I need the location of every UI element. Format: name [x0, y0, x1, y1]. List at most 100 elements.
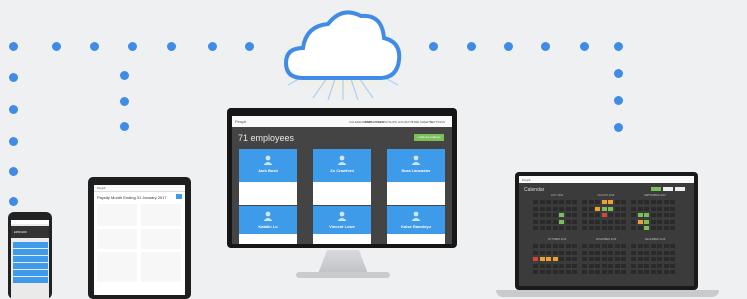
- calendar-day[interactable]: [621, 200, 626, 204]
- calendar-day[interactable]: [582, 200, 587, 204]
- calendar-day[interactable]: [670, 244, 675, 248]
- calendar-day[interactable]: [539, 263, 545, 268]
- calendar-day[interactable]: [582, 270, 587, 274]
- calendar-day[interactable]: [588, 244, 594, 248]
- calendar-day[interactable]: [637, 200, 643, 204]
- calendar-day[interactable]: [595, 213, 600, 217]
- calendar-day[interactable]: [539, 213, 545, 217]
- calendar-day[interactable]: [650, 244, 656, 248]
- calendar-day[interactable]: [533, 200, 538, 204]
- calendar-day[interactable]: [650, 250, 656, 255]
- calendar-day[interactable]: [539, 200, 545, 204]
- calendar-day[interactable]: [637, 226, 643, 230]
- calendar-day[interactable]: [670, 219, 675, 224]
- calendar-day[interactable]: [565, 219, 571, 224]
- calendar-day[interactable]: [608, 200, 613, 204]
- employee-card[interactable]: Zo Crawford: [313, 149, 371, 205]
- calendar-day[interactable]: [546, 270, 551, 274]
- calendar-day[interactable]: [601, 206, 607, 211]
- calendar-day[interactable]: [663, 257, 669, 261]
- calendar-day[interactable]: [539, 206, 545, 211]
- calendar-day[interactable]: [588, 250, 594, 255]
- calendar-day[interactable]: [608, 263, 613, 268]
- calendar-day[interactable]: [650, 226, 656, 230]
- calendar-day[interactable]: [621, 257, 626, 261]
- calendar-day[interactable]: [663, 200, 669, 204]
- nav-settings[interactable]: SETTINGS: [430, 120, 445, 124]
- calendar-day[interactable]: [533, 270, 538, 274]
- calendar-day[interactable]: [559, 226, 564, 230]
- calendar-day[interactable]: [582, 213, 587, 217]
- calendar-day[interactable]: [601, 213, 607, 217]
- calendar-day[interactable]: [663, 250, 669, 255]
- calendar-day[interactable]: [546, 226, 551, 230]
- calendar-day[interactable]: [650, 263, 656, 268]
- calendar-day[interactable]: [546, 263, 551, 268]
- calendar-day[interactable]: [650, 219, 656, 224]
- calendar-day[interactable]: [644, 244, 649, 248]
- calendar-day[interactable]: [552, 226, 558, 230]
- calendar-day[interactable]: [644, 206, 649, 211]
- calendar-day[interactable]: [539, 257, 545, 261]
- calendar-day[interactable]: [552, 200, 558, 204]
- calendar-day[interactable]: [657, 219, 662, 224]
- calendar-day[interactable]: [657, 244, 662, 248]
- calendar-day[interactable]: [588, 270, 594, 274]
- calendar-day[interactable]: [565, 263, 571, 268]
- calendar-day[interactable]: [663, 263, 669, 268]
- list-item[interactable]: [13, 242, 48, 248]
- calendar-day[interactable]: [533, 206, 538, 211]
- calendar-day[interactable]: [601, 263, 607, 268]
- calendar-day[interactable]: [572, 263, 577, 268]
- calendar-day[interactable]: [670, 257, 675, 261]
- calendar-day[interactable]: [631, 226, 636, 230]
- calendar-day[interactable]: [637, 219, 643, 224]
- calendar-day[interactable]: [533, 226, 538, 230]
- calendar-day[interactable]: [546, 200, 551, 204]
- calendar-day[interactable]: [565, 270, 571, 274]
- calendar-day[interactable]: [644, 213, 649, 217]
- employee-card[interactable]: Nora Lancaster: [387, 149, 445, 205]
- calendar-day[interactable]: [608, 213, 613, 217]
- calendar-day[interactable]: [588, 206, 594, 211]
- calendar-day[interactable]: [644, 270, 649, 274]
- calendar-day[interactable]: [546, 206, 551, 211]
- calendar-day[interactable]: [670, 213, 675, 217]
- calendar-day[interactable]: [559, 263, 564, 268]
- calendar-day[interactable]: [614, 200, 620, 204]
- nav-employees[interactable]: EMPLOYEES: [365, 120, 384, 124]
- calendar-day[interactable]: [631, 219, 636, 224]
- calendar-day[interactable]: [614, 250, 620, 255]
- calendar-day[interactable]: [670, 200, 675, 204]
- calendar-day[interactable]: [650, 270, 656, 274]
- calendar-day[interactable]: [533, 257, 538, 261]
- calendar-day[interactable]: [559, 206, 564, 211]
- calendar-day[interactable]: [572, 206, 577, 211]
- calendar-day[interactable]: [565, 213, 571, 217]
- calendar-day[interactable]: [637, 244, 643, 248]
- calendar-day[interactable]: [595, 244, 600, 248]
- calendar-day[interactable]: [631, 213, 636, 217]
- calendar-day[interactable]: [565, 244, 571, 248]
- employee-card[interactable]: Kaise Ramdeyu: [387, 206, 445, 244]
- calendar-day[interactable]: [582, 219, 587, 224]
- employee-card[interactable]: Vincent Lowe: [313, 206, 371, 244]
- calendar-day[interactable]: [608, 257, 613, 261]
- calendar-day[interactable]: [608, 226, 613, 230]
- calendar-day[interactable]: [631, 250, 636, 255]
- calendar-action-button[interactable]: [675, 187, 685, 191]
- calendar-day[interactable]: [546, 213, 551, 217]
- calendar-day[interactable]: [614, 257, 620, 261]
- calendar-day[interactable]: [559, 244, 564, 248]
- calendar-day[interactable]: [657, 270, 662, 274]
- calendar-day[interactable]: [559, 257, 564, 261]
- calendar-day[interactable]: [614, 226, 620, 230]
- calendar-day[interactable]: [595, 263, 600, 268]
- calendar-day[interactable]: [572, 270, 577, 274]
- calendar-day[interactable]: [657, 226, 662, 230]
- calendar-day[interactable]: [637, 213, 643, 217]
- calendar-day[interactable]: [663, 226, 669, 230]
- calendar-day[interactable]: [621, 244, 626, 248]
- list-item[interactable]: [13, 270, 48, 276]
- calendar-day[interactable]: [552, 250, 558, 255]
